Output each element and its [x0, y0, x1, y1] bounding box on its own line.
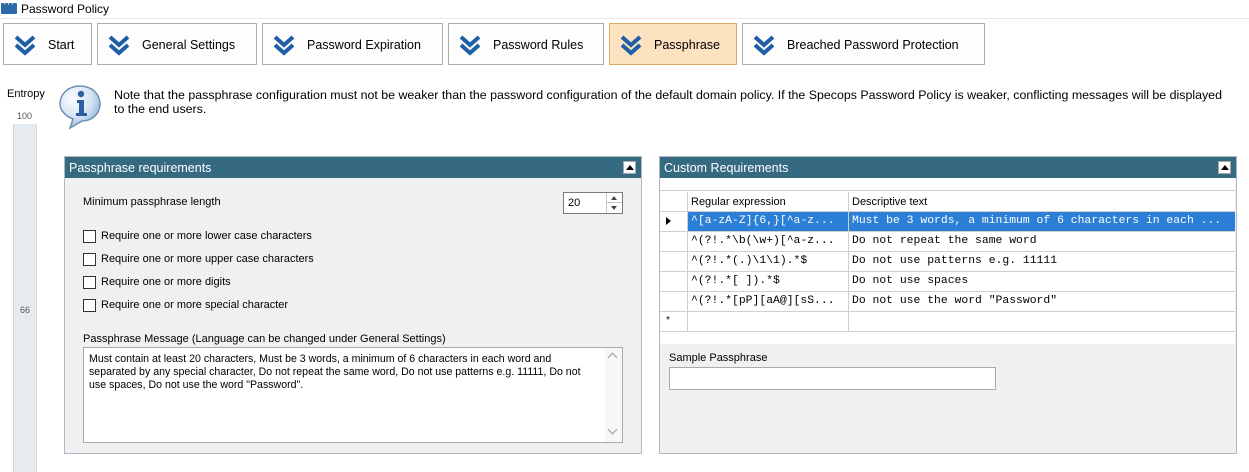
- scroll-up-icon: [607, 352, 618, 363]
- table-row[interactable]: ^(?!.*[pP][aA@][sS... Do not use the wor…: [660, 292, 1235, 312]
- app-icon: [1, 0, 17, 14]
- digits-checkbox[interactable]: [83, 276, 96, 289]
- tab-password-expiration[interactable]: Password Expiration: [262, 23, 443, 65]
- regex-cell[interactable]: ^(?!.*[pP][aA@][sS...: [688, 292, 849, 311]
- row-indicator: [660, 292, 688, 311]
- text-cell[interactable]: Do not use patterns e.g. 11111: [849, 252, 1235, 271]
- tab-label: Password Expiration: [307, 38, 421, 52]
- column-header-regex[interactable]: Regular expression: [688, 192, 849, 211]
- grid-header-row: Regular expression Descriptive text: [660, 192, 1235, 212]
- tab-password-rules[interactable]: Password Rules: [448, 23, 604, 65]
- table-row[interactable]: ^[a-zA-Z]{6,}[^a-z... Must be 3 words, a…: [660, 212, 1235, 232]
- new-row-star-icon: *: [666, 315, 670, 326]
- tab-breached-password-protection[interactable]: Breached Password Protection: [742, 23, 985, 65]
- min-length-value: 20: [568, 197, 581, 209]
- wizard-tabs: Start General Settings Password Expirati…: [0, 20, 1249, 68]
- title-bar: Password Policy: [0, 0, 1249, 19]
- text-cell[interactable]: Do not use spaces: [849, 272, 1235, 291]
- row-indicator: [660, 252, 688, 271]
- tab-start[interactable]: Start: [3, 23, 92, 65]
- text-cell[interactable]: Must be 3 words, a minimum of 6 characte…: [849, 212, 1235, 231]
- collapse-button[interactable]: [623, 161, 636, 174]
- panel-title: Passphrase requirements: [69, 161, 212, 175]
- panel-header: Custom Requirements: [660, 157, 1236, 178]
- passphrase-message-textarea[interactable]: Must contain at least 20 characters, Mus…: [83, 347, 623, 443]
- regex-cell[interactable]: [688, 312, 849, 331]
- table-row[interactable]: ^(?!.*[ ]).*$ Do not use spaces: [660, 272, 1235, 292]
- tab-label: Password Rules: [493, 38, 584, 52]
- double-chevron-down-icon: [108, 35, 130, 56]
- panel-header: Passphrase requirements: [65, 157, 641, 178]
- min-length-stepper[interactable]: 20: [563, 192, 623, 214]
- custom-requirements-grid: Regular expression Descriptive text ^[a-…: [660, 178, 1235, 344]
- window-title: Password Policy: [21, 2, 110, 16]
- row-indicator: [660, 192, 688, 211]
- info-icon: [59, 85, 101, 130]
- custom-requirements-panel: Custom Requirements Regular expression D…: [659, 156, 1237, 454]
- entropy-bar: [13, 124, 37, 472]
- double-chevron-down-icon: [620, 35, 642, 56]
- row-indicator: *: [660, 312, 688, 331]
- column-header-text[interactable]: Descriptive text: [849, 192, 1235, 211]
- tab-label: Passphrase: [654, 38, 721, 52]
- current-row-arrow-icon: [666, 217, 671, 225]
- table-row[interactable]: ^(?!.*\b(\w+)[^a-z... Do not repeat the …: [660, 232, 1235, 252]
- min-length-label: Minimum passphrase length: [83, 196, 221, 208]
- row-indicator: [660, 232, 688, 251]
- text-cell[interactable]: Do not repeat the same word: [849, 232, 1235, 251]
- digits-label: Require one or more digits: [101, 276, 231, 288]
- message-label: Passphrase Message (Language can be chan…: [83, 333, 446, 345]
- tab-label: General Settings: [142, 38, 236, 52]
- text-cell[interactable]: Do not use the word "Password": [849, 292, 1235, 311]
- passphrase-message-text: Must contain at least 20 characters, Mus…: [89, 353, 581, 391]
- special-character-checkbox[interactable]: [83, 299, 96, 312]
- panel-title: Custom Requirements: [664, 161, 789, 175]
- entropy-value: 66: [20, 305, 31, 315]
- tab-general-settings[interactable]: General Settings: [97, 23, 257, 65]
- lowercase-checkbox[interactable]: [83, 230, 96, 243]
- sample-passphrase-label: Sample Passphrase: [669, 352, 768, 364]
- passphrase-requirements-panel: Passphrase requirements Minimum passphra…: [64, 156, 642, 454]
- double-chevron-down-icon: [459, 35, 481, 56]
- grid-top-strip: [660, 178, 1235, 191]
- table-row[interactable]: ^(?!.*(.)\1\1).*$ Do not use patterns e.…: [660, 252, 1235, 272]
- uppercase-checkbox[interactable]: [83, 253, 96, 266]
- sample-passphrase-input[interactable]: [669, 367, 996, 390]
- double-chevron-down-icon: [273, 35, 295, 56]
- text-cell[interactable]: [849, 312, 1235, 331]
- regex-cell[interactable]: ^(?!.*\b(\w+)[^a-z...: [688, 232, 849, 251]
- vertical-scrollbar[interactable]: [605, 348, 622, 442]
- special-character-label: Require one or more special character: [101, 299, 289, 311]
- uppercase-label: Require one or more upper case character…: [101, 253, 314, 265]
- double-chevron-down-icon: [753, 35, 775, 56]
- regex-cell[interactable]: ^(?!.*(.)\1\1).*$: [688, 252, 849, 271]
- tab-label: Start: [48, 38, 75, 52]
- stepper-down-button[interactable]: [607, 203, 622, 213]
- stepper-up-button[interactable]: [607, 193, 622, 203]
- scroll-down-icon: [607, 424, 618, 435]
- lowercase-label: Require one or more lower case character…: [101, 230, 312, 242]
- entropy-label: Entropy: [7, 88, 45, 100]
- double-chevron-down-icon: [14, 35, 36, 56]
- regex-cell[interactable]: ^(?!.*[ ]).*$: [688, 272, 849, 291]
- policy-note: Note that the passphrase configuration m…: [114, 88, 1222, 116]
- tab-passphrase[interactable]: Passphrase: [609, 23, 737, 65]
- collapse-button[interactable]: [1218, 161, 1231, 174]
- row-indicator: [660, 212, 688, 231]
- row-indicator: [660, 272, 688, 291]
- entropy-max: 100: [17, 111, 33, 121]
- tab-label: Breached Password Protection: [787, 38, 959, 52]
- new-row[interactable]: *: [660, 312, 1235, 332]
- regex-cell[interactable]: ^[a-zA-Z]{6,}[^a-z...: [688, 212, 849, 231]
